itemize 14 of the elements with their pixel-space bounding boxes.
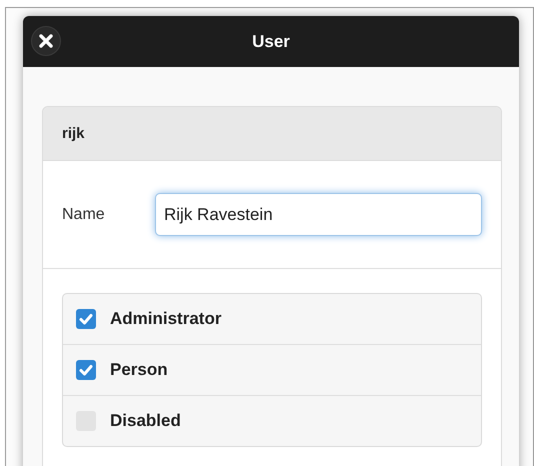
close-icon <box>39 34 53 48</box>
checkbox-row[interactable]: Administrator <box>63 294 481 344</box>
close-button[interactable] <box>31 26 61 56</box>
checkbox-label: Person <box>110 360 168 380</box>
dialog-title: User <box>252 32 290 52</box>
checkbox-label: Administrator <box>110 309 222 329</box>
name-label: Name <box>62 206 106 224</box>
checkbox-label: Disabled <box>110 411 181 431</box>
checkbox-row[interactable]: Disabled <box>63 395 481 446</box>
checkbox-row[interactable]: Person <box>63 344 481 395</box>
name-input-field[interactable]: Rijk Ravestein <box>155 193 482 236</box>
card-heading: rijk <box>62 125 85 142</box>
checkbox[interactable] <box>76 309 96 329</box>
checkbox[interactable] <box>76 360 96 380</box>
